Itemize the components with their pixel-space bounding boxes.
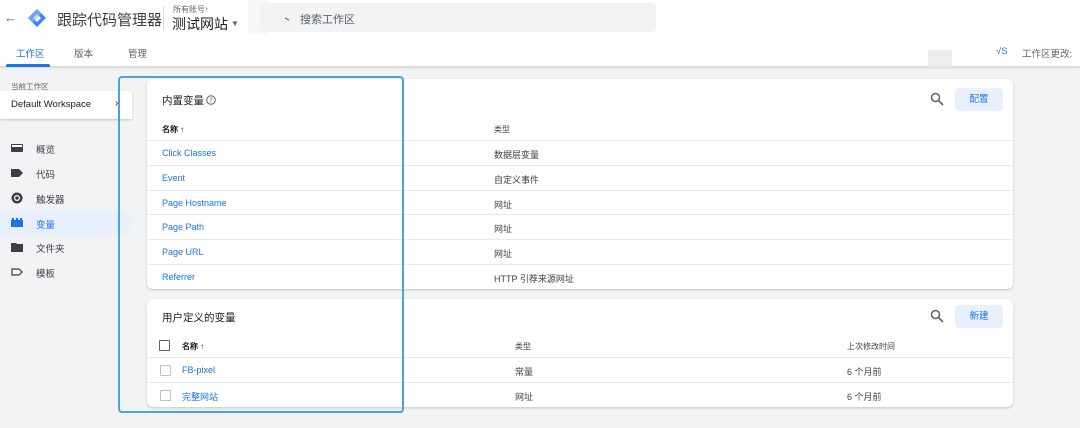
workspace-selector[interactable]: Default Workspace › (0, 91, 132, 119)
variable-name-link[interactable]: Page Path (162, 222, 204, 232)
variable-name-link[interactable]: Page Hostname (162, 198, 227, 208)
variable-name-link[interactable]: FB-pixel (182, 365, 215, 375)
sidebar-item-label: 模板 (36, 269, 56, 280)
variable-name-link[interactable]: Referrer (162, 272, 195, 282)
column-header-name[interactable]: 名称 ↑ (162, 124, 184, 135)
chevron-right-icon: › (115, 98, 119, 109)
variable-name-link[interactable]: Click Classes (162, 148, 216, 158)
last-modified: 6 个月前 (847, 367, 882, 377)
caret-down-icon[interactable]: ▼ (231, 19, 239, 28)
sidebar-item-label: 概览 (36, 145, 56, 156)
tab-bar: 工作区 版本 管理 √S 工作区更改: (0, 36, 1080, 67)
sidebar-item-label: 文件夹 (36, 244, 65, 255)
sidebar-item-templates[interactable]: 模板 (0, 260, 132, 284)
table-row[interactable]: Page Hostname 网址 (147, 190, 1013, 215)
overview-icon (11, 144, 23, 152)
help-icon[interactable]: ? (206, 95, 216, 105)
table-row[interactable]: FB-pixel 常量 6 个月前 (147, 357, 1013, 382)
variable-type: 常量 (515, 367, 534, 377)
trigger-icon (11, 192, 23, 204)
last-modified: 6 个月前 (847, 392, 882, 402)
search-icon[interactable] (930, 309, 944, 323)
header-divider (163, 6, 164, 30)
column-header-type: 类型 (515, 342, 531, 351)
variable-type: 网址 (494, 224, 513, 234)
table-row[interactable]: Click Classes 数据层变量 (147, 140, 1013, 165)
back-arrow-icon[interactable]: ← (4, 10, 17, 25)
search-icon[interactable] (930, 92, 944, 106)
search-icon (284, 17, 290, 21)
row-checkbox[interactable] (160, 365, 171, 376)
variable-type: 自定义事件 (494, 175, 540, 185)
variable-type: HTTP 引荐来源网址 (494, 274, 574, 284)
column-header-type: 类型 (494, 125, 510, 134)
blur-patch (928, 50, 952, 67)
container-selector[interactable]: 测试网站 (172, 14, 228, 34)
table-row[interactable]: Event 自定义事件 (147, 165, 1013, 190)
sidebar-item-variables[interactable]: 变量 (0, 211, 132, 235)
tab-admin[interactable]: 管理 (128, 46, 147, 60)
svg-text:?: ? (209, 97, 213, 105)
workspace-changes-label: 工作区更改: (1022, 49, 1073, 60)
tag-icon (11, 169, 23, 177)
column-header-name[interactable]: 名称 ↑ (182, 341, 204, 352)
active-tab-indicator (6, 64, 50, 67)
card-title: 用户定义的变量 (162, 312, 236, 324)
template-icon (11, 268, 23, 276)
tab-versions[interactable]: 版本 (74, 46, 93, 60)
sidebar-item-label: 代码 (36, 170, 56, 181)
variable-name-link[interactable]: Page URL (162, 247, 204, 257)
user-defined-variables-card: 用户定义的变量 新建 名称 ↑ 类型 上次修改时间 FB-pixel 常量 6 … (147, 299, 1013, 407)
sidebar-item-tags[interactable]: 代码 (0, 161, 132, 185)
column-header-modified: 上次修改时间 (847, 342, 895, 351)
variable-type: 网址 (515, 392, 534, 402)
row-checkbox[interactable] (160, 390, 171, 401)
variable-type: 网址 (494, 200, 513, 210)
configure-button[interactable]: 配置 (955, 88, 1003, 111)
builtin-variables-card: 内置变量 ? 配置 名称 ↑ 类型 Click Classes 数据层变量 Ev… (147, 79, 1013, 289)
table-row[interactable]: Page Path 网址 (147, 214, 1013, 239)
sidebar: 当前工作区 Default Workspace › 概览 代码 触发器 变量 文… (0, 68, 140, 428)
sidebar-item-label: 触发器 (36, 195, 65, 206)
app-title: 跟踪代码管理器 (57, 12, 163, 29)
vs-link[interactable]: √S (996, 46, 1008, 57)
variable-type: 网址 (494, 249, 513, 259)
sidebar-item-label: 变量 (36, 220, 56, 231)
table-row[interactable]: Page URL 网址 (147, 239, 1013, 264)
sidebar-item-overview[interactable]: 概览 (0, 136, 132, 160)
variables-icon (11, 218, 23, 227)
gtm-logo-icon (28, 9, 46, 27)
variable-type: 数据层变量 (494, 150, 540, 160)
top-bar: ← 跟踪代码管理器 所有账号 › 测试网站 ▼ 搜索工作区 (0, 0, 1080, 36)
variable-name-link[interactable]: 完整网站 (182, 390, 218, 403)
account-chevron-icon: › (205, 4, 208, 13)
table-row[interactable]: Referrer HTTP 引荐来源网址 (147, 264, 1013, 289)
card-title: 内置变量 (162, 95, 204, 107)
workspace-name: Default Workspace (11, 99, 92, 110)
search-input[interactable]: 搜索工作区 (260, 3, 656, 32)
new-variable-button[interactable]: 新建 (955, 305, 1003, 328)
folder-icon (11, 243, 23, 252)
tab-workspace[interactable]: 工作区 (16, 46, 45, 60)
table-row[interactable]: 完整网站 网址 6 个月前 (147, 382, 1013, 407)
select-all-checkbox[interactable] (159, 340, 170, 351)
sidebar-item-triggers[interactable]: 触发器 (0, 186, 132, 210)
sidebar-item-folders[interactable]: 文件夹 (0, 235, 132, 259)
variable-name-link[interactable]: Event (162, 173, 185, 183)
search-placeholder: 搜索工作区 (300, 14, 355, 26)
